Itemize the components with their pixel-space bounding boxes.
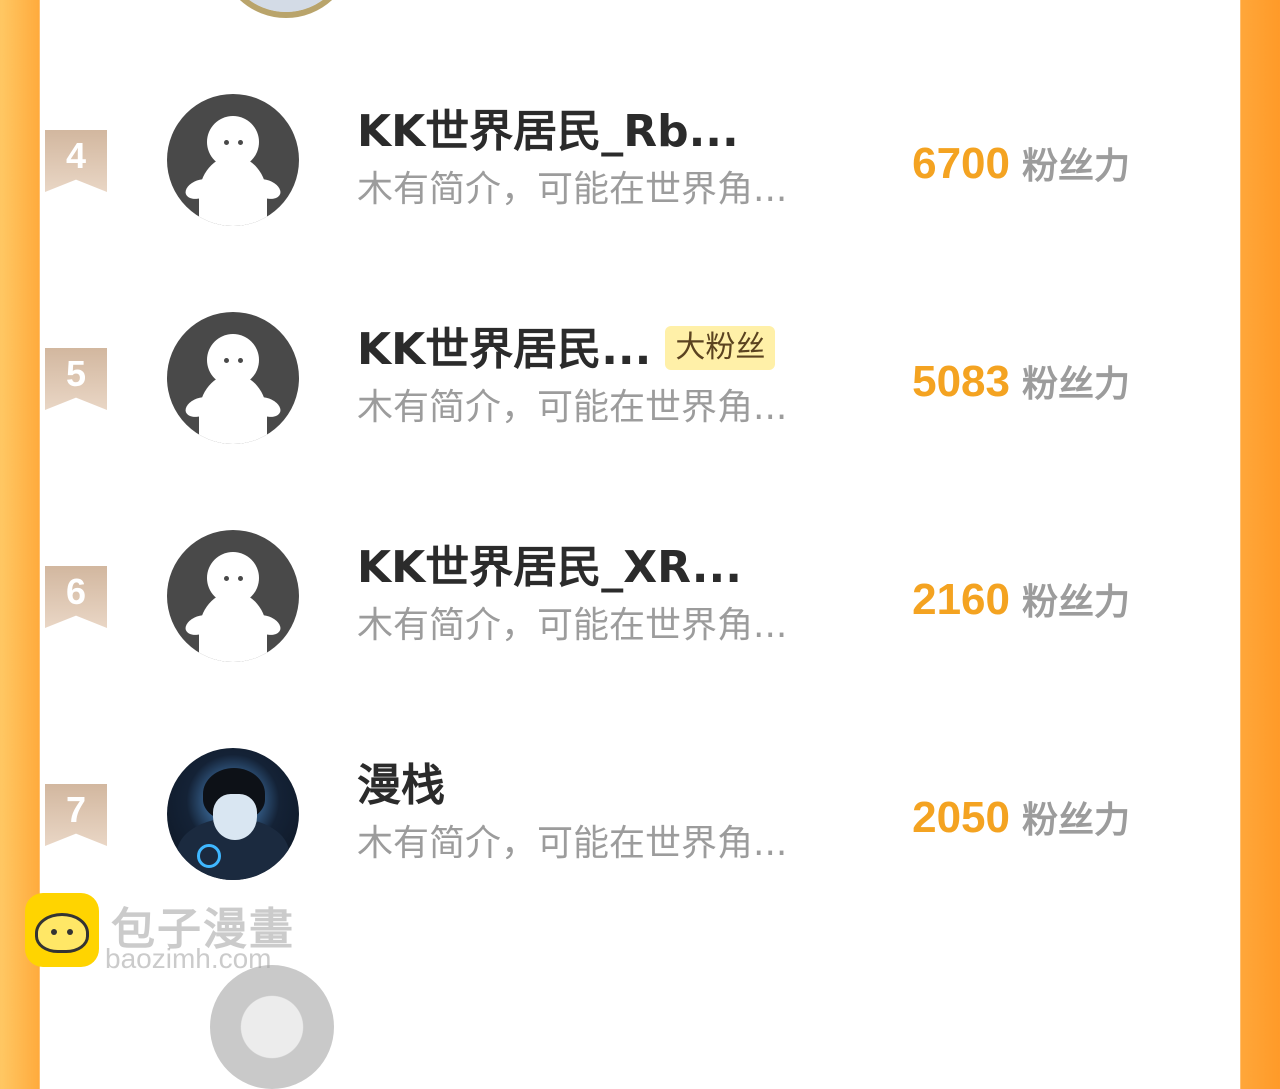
default-avatar[interactable] bbox=[167, 94, 299, 226]
user-description: 木有简介，可能在世界角... bbox=[357, 823, 788, 864]
fan-power-value: 6700 bbox=[912, 139, 1010, 188]
rank-ribbon: 6 bbox=[45, 566, 107, 628]
fan-power: 2050 粉丝力 bbox=[912, 792, 1130, 853]
fan-power: 5083 粉丝力 bbox=[912, 356, 1130, 417]
rank-ribbon: 7 bbox=[45, 784, 107, 846]
ranking-row[interactable]: 7 漫栈 木有简介，可能在世界角... 2050 粉丝力 bbox=[0, 744, 1200, 914]
user-description: 木有简介，可能在世界角... bbox=[357, 169, 788, 210]
user-description: 木有简介，可能在世界角... bbox=[357, 605, 788, 646]
fan-power-value: 2160 bbox=[912, 575, 1010, 624]
big-fan-badge: 大粉丝 bbox=[665, 326, 776, 370]
fan-power: 2160 粉丝力 bbox=[912, 574, 1130, 635]
default-avatar[interactable] bbox=[167, 312, 299, 444]
fan-power: 6700 粉丝力 bbox=[912, 138, 1130, 199]
user-description: 木有简介，可能在世界角... bbox=[357, 387, 788, 428]
rank-ribbon: 5 bbox=[45, 348, 107, 410]
bun-logo-icon bbox=[25, 893, 99, 967]
user-name[interactable]: KK世界居民... 大粉丝 bbox=[357, 324, 776, 376]
user-name[interactable]: KK世界居民_Rb... bbox=[357, 106, 739, 158]
ranking-row[interactable]: 4 KK世界居民_Rb... 木有简介，可能在世界角... 6700 粉丝力 bbox=[0, 90, 1200, 260]
photo-avatar[interactable] bbox=[167, 748, 299, 880]
fan-power-unit: 粉丝力 bbox=[1021, 364, 1130, 405]
ranking-row[interactable]: 5 KK世界居民... 大粉丝 木有简介，可能在世界角... 5083 粉丝力 bbox=[0, 308, 1200, 478]
fan-power-unit: 粉丝力 bbox=[1021, 146, 1130, 187]
avatar-rank-8-partial[interactable] bbox=[210, 965, 334, 1089]
site-watermark: 包子漫畫 baozimh.com bbox=[25, 893, 325, 974]
ranking-row[interactable]: 6 KK世界居民_XR... 木有简介，可能在世界角... 2160 粉丝力 bbox=[0, 526, 1200, 696]
rank-ribbon: 4 bbox=[45, 130, 107, 192]
default-avatar[interactable] bbox=[167, 530, 299, 662]
watermark-url: baozimh.com bbox=[105, 943, 272, 974]
user-name[interactable]: KK世界居民_XR... bbox=[357, 542, 742, 594]
user-name[interactable]: 漫栈 bbox=[357, 760, 445, 812]
fan-power-value: 5083 bbox=[912, 357, 1010, 406]
fan-power-unit: 粉丝力 bbox=[1021, 582, 1130, 623]
fan-power-value: 2050 bbox=[912, 793, 1010, 842]
fan-power-unit: 粉丝力 bbox=[1021, 800, 1130, 841]
